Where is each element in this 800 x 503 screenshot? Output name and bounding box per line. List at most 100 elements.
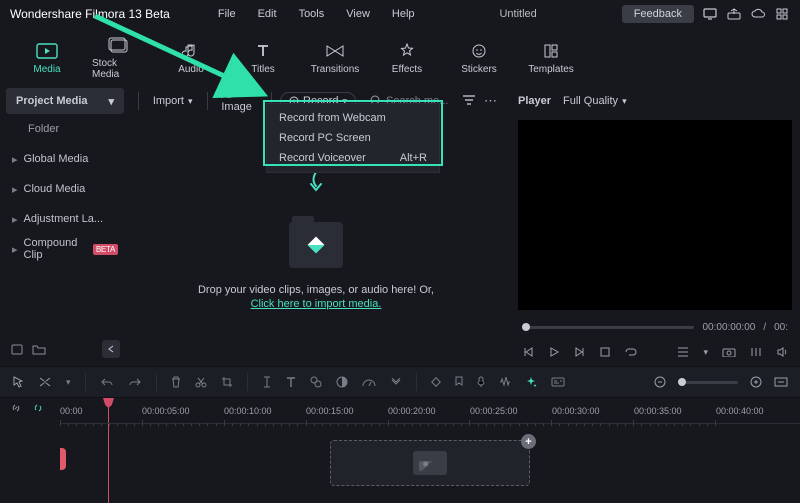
menu-help[interactable]: Help xyxy=(392,8,415,20)
tab-effects-label: Effects xyxy=(392,64,422,75)
record-voiceover-item[interactable]: Record Voiceover Alt+R xyxy=(267,148,439,168)
tab-media-label: Media xyxy=(33,64,60,75)
selection-tool-icon[interactable] xyxy=(38,376,52,388)
text-tool-icon[interactable] xyxy=(286,376,296,388)
tab-templates[interactable]: Templates xyxy=(524,42,578,75)
tab-stockmedia[interactable]: Stock Media xyxy=(92,36,146,80)
sidebar-adjustment[interactable]: ▸ Adjustment La... xyxy=(0,204,130,234)
list-icon[interactable] xyxy=(677,347,689,357)
snapshot-icon[interactable] xyxy=(722,347,736,357)
record-screen-item[interactable]: Record PC Screen xyxy=(267,128,439,148)
tool-chevron-icon[interactable]: ▾ xyxy=(66,377,71,388)
tab-audio[interactable]: Audio xyxy=(164,42,218,75)
export-icon[interactable] xyxy=(726,6,742,22)
tab-effects[interactable]: Effects xyxy=(380,42,434,75)
ai-image-button[interactable]: AI Image xyxy=(215,89,263,113)
adjust-icon[interactable] xyxy=(310,376,322,388)
zoom-in-icon[interactable] xyxy=(750,376,762,388)
layer-marker xyxy=(60,448,66,470)
arrow-down-icon xyxy=(309,170,323,198)
chevron-right-icon: ▸ xyxy=(12,153,18,166)
record-webcam-item[interactable]: Record from Webcam xyxy=(267,108,439,128)
speed-icon[interactable] xyxy=(362,377,376,387)
time-current: 00:00:00:00 xyxy=(702,322,755,333)
volume-icon[interactable] xyxy=(776,346,788,358)
record-screen-label: Record PC Screen xyxy=(279,132,371,144)
tab-stickers[interactable]: Stickers xyxy=(452,42,506,75)
timeline-placeholder-clip[interactable]: + xyxy=(330,440,530,486)
cloud-icon[interactable] xyxy=(750,6,766,22)
project-media-label: Project Media xyxy=(16,95,88,107)
next-keyframe-icon[interactable] xyxy=(574,346,586,358)
ruler-tick: 00:00:15:00 xyxy=(306,406,388,416)
marker-icon[interactable] xyxy=(455,376,463,388)
player-label: Player xyxy=(518,95,551,107)
drop-folder-icon[interactable] xyxy=(289,222,343,268)
tab-titles[interactable]: Titles xyxy=(236,42,290,75)
placeholder-thumb-icon xyxy=(413,451,447,475)
chain-icon[interactable] xyxy=(32,402,44,414)
pointer-tool-icon[interactable] xyxy=(12,375,24,389)
collapse-sidebar-button[interactable] xyxy=(102,340,120,358)
project-media-header[interactable]: Project Media ▾ xyxy=(6,88,124,114)
tab-media[interactable]: Media xyxy=(20,42,74,75)
record-voiceover-shortcut: Alt+R xyxy=(400,152,427,164)
sidebar-cloud-label: Cloud Media xyxy=(24,183,86,195)
filter-icon[interactable] xyxy=(462,95,476,107)
sidebar-global[interactable]: ▸ Global Media xyxy=(0,144,130,174)
grid-icon[interactable] xyxy=(774,6,790,22)
more-icon[interactable]: ⋯ xyxy=(484,93,498,109)
import-link[interactable]: Click here to import media. xyxy=(251,298,382,310)
zoom-slider[interactable] xyxy=(678,381,738,384)
time-ruler[interactable]: 00:00 00:00:05:00 00:00:10:00 00:00:15:0… xyxy=(60,398,800,424)
time-sep: / xyxy=(763,322,766,333)
crop-icon[interactable] xyxy=(221,376,233,388)
sidebar-cloud[interactable]: ▸ Cloud Media xyxy=(0,174,130,204)
keyframe-icon[interactable] xyxy=(431,377,441,387)
chevron-right-icon: ▸ xyxy=(12,183,18,196)
tab-transitions[interactable]: Transitions xyxy=(308,42,362,75)
import-button[interactable]: Import ▾ xyxy=(147,95,199,107)
scrubber-track[interactable] xyxy=(522,326,694,329)
zoom-out-icon[interactable] xyxy=(654,376,666,388)
stop-icon[interactable] xyxy=(600,347,610,357)
chevron-down-icon: ▾ xyxy=(188,96,193,107)
cut-icon[interactable] xyxy=(195,376,207,388)
color-icon[interactable] xyxy=(336,376,348,388)
menu-tools[interactable]: Tools xyxy=(299,8,325,20)
menu-file[interactable]: File xyxy=(218,8,236,20)
undo-icon[interactable] xyxy=(100,377,114,387)
chevron-down-icon[interactable]: ▾ xyxy=(703,347,708,358)
mic-icon[interactable] xyxy=(477,376,485,388)
tab-transitions-label: Transitions xyxy=(311,64,360,75)
markers-icon[interactable] xyxy=(750,347,762,357)
ruler-tick: 00:00:30:00 xyxy=(552,406,634,416)
subtitle-icon[interactable] xyxy=(551,377,565,387)
link-icon[interactable] xyxy=(10,402,22,414)
sidebar-compound[interactable]: ▸ Compound Clip BETA xyxy=(0,234,130,264)
sidebar-folder[interactable]: Folder xyxy=(0,114,130,144)
add-clip-icon[interactable]: + xyxy=(521,434,536,449)
more-tools-icon[interactable] xyxy=(390,378,402,386)
prev-keyframe-icon[interactable] xyxy=(522,346,534,358)
quality-label: Full Quality xyxy=(563,95,618,107)
quality-select[interactable]: Full Quality ▾ xyxy=(563,95,627,107)
sidebar-compound-label: Compound Clip xyxy=(24,237,87,261)
loop-icon[interactable] xyxy=(624,347,638,357)
auto-tool-icon[interactable] xyxy=(525,376,537,388)
feedback-button[interactable]: Feedback xyxy=(622,5,694,23)
audio-track-icon[interactable] xyxy=(499,377,511,387)
redo-icon[interactable] xyxy=(128,377,142,387)
play-icon[interactable] xyxy=(548,346,560,358)
delete-icon[interactable] xyxy=(171,376,181,388)
split-icon[interactable] xyxy=(262,376,272,388)
folder-icon[interactable] xyxy=(32,343,46,355)
bin-icon[interactable] xyxy=(10,343,24,355)
tab-titles-label: Titles xyxy=(251,64,275,75)
fit-icon[interactable] xyxy=(774,377,788,387)
menu-edit[interactable]: Edit xyxy=(258,8,277,20)
tab-stockmedia-label: Stock Media xyxy=(92,58,146,80)
display-icon[interactable] xyxy=(702,6,718,22)
menu-view[interactable]: View xyxy=(346,8,370,20)
beta-badge: BETA xyxy=(93,244,118,255)
